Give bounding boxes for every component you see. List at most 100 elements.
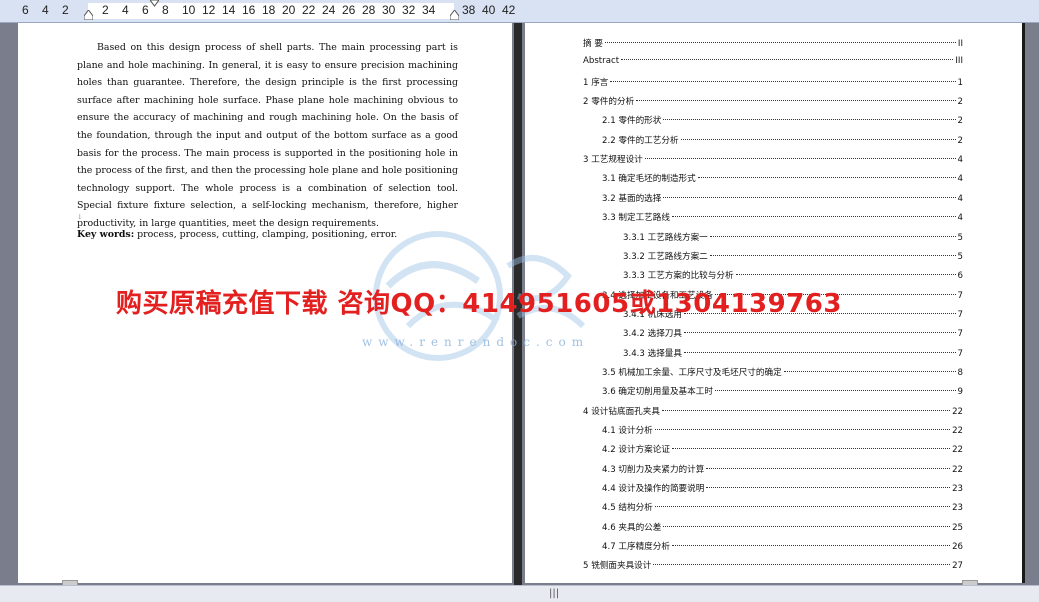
ruler-number: 32	[402, 3, 416, 17]
toc-leader-dots	[661, 409, 951, 411]
toc-leader-dots	[663, 525, 951, 527]
toc-leader-dots	[654, 429, 951, 430]
toc-entry-page: 4	[957, 155, 963, 166]
toc-entry[interactable]: 3.4.2 选择刀具 7	[623, 327, 963, 341]
toc-entry[interactable]: 2.2 零件的工艺分析 2	[602, 134, 963, 148]
toc-entry-page: 5	[957, 251, 963, 262]
right-indent-marker[interactable]	[450, 10, 459, 20]
toc-entry[interactable]: 4.3 切削力及夹紧力的计算 22	[602, 463, 963, 477]
toc-leader-dots	[653, 564, 951, 566]
toc-leader-dots	[683, 351, 956, 353]
ruler-number: 24	[322, 3, 336, 17]
toc-entry-page: 7	[957, 329, 963, 340]
toc-entry-label: 2.1 零件的形状	[602, 116, 662, 127]
toc-entry-label: 4.6 夹具的公差	[602, 522, 662, 533]
toc-entry[interactable]: 4.4 设计及操作的简要说明 23	[602, 482, 963, 496]
toc-entry-page: 2	[957, 135, 963, 146]
toc-entry[interactable]: 3.5 机械加工余量、工序尺寸及毛坯尺寸的确定 8	[602, 366, 963, 380]
toc-entry[interactable]: 4 设计钻底面孔夹具 22	[583, 405, 963, 419]
toc-entry[interactable]: 2.1 零件的形状 2	[602, 114, 963, 128]
toc-entry-page: 1	[957, 77, 963, 88]
ruler-number: 4	[42, 3, 49, 17]
keywords-value: process, process, cutting, clamping, pos…	[134, 229, 398, 240]
toc-entry[interactable]: 5 铣侧面夹具设计 27	[583, 559, 963, 573]
left-indent-marker[interactable]	[84, 10, 93, 20]
toc-entry[interactable]: 3.3.2 工艺路线方案二 5	[623, 250, 963, 264]
toc-leader-dots	[680, 138, 956, 140]
toc-entry-page: 8	[957, 367, 963, 378]
toc-entry-page: 22	[952, 406, 963, 417]
toc-entry[interactable]: Abstract III	[583, 56, 963, 70]
toc-entry-page: 27	[952, 561, 963, 572]
toc-entry-label: 3.2 基面的选择	[602, 193, 662, 204]
toc-entry-label: 4.5 结构分析	[602, 503, 653, 514]
toc-entry-page: 4	[957, 213, 963, 224]
toc-entry-label: 3.3.2 工艺路线方案二	[623, 251, 708, 262]
ruler-number: 2	[102, 3, 109, 17]
ruler-number: 12	[202, 3, 216, 17]
toc-entry-label: 3.1 确定毛坯的制造形式	[602, 174, 696, 185]
toc-entry[interactable]: 4.2 设计方案论证 22	[602, 443, 963, 457]
toc-entry[interactable]: 1 序言 1	[583, 76, 963, 90]
toc-entry[interactable]: 4.6 夹具的公差 25	[602, 521, 963, 535]
toc-entry-page: 9	[957, 387, 963, 398]
watermark-url: www.renrendoc.com	[362, 335, 590, 349]
toc-entry-page: III	[955, 56, 963, 67]
ruler-number: 22	[302, 3, 316, 17]
toc-entry[interactable]: 4.7 工序精度分析 26	[602, 540, 963, 554]
toc-leader-dots	[671, 216, 956, 218]
toc-entry-page: 7	[957, 290, 963, 301]
toc-leader-dots	[644, 158, 956, 160]
toc-leader-dots	[709, 254, 956, 256]
ruler-number: 10	[182, 3, 196, 17]
toc-entry-page: 22	[952, 464, 963, 475]
toc-entry[interactable]: 3.1 确定毛坯的制造形式 4	[602, 172, 963, 186]
horizontal-scrollbar[interactable]: |||	[0, 585, 1039, 602]
toc-entry-page: 23	[952, 484, 963, 495]
toc-entry[interactable]: 3.3 制定工艺路线 4	[602, 211, 963, 225]
purchase-banner: 购买原稿充值下载 咨询QQ：414951605或1304139763	[116, 289, 842, 319]
toc-leader-dots	[697, 177, 956, 179]
keywords-label: Key words:	[77, 229, 135, 240]
toc-entry-label: 3.6 确定切削用量及基本工时	[602, 387, 713, 398]
toc-leader-dots	[636, 100, 956, 102]
toc-entry[interactable]: 4.5 结构分析 23	[602, 501, 963, 515]
toc-leader-dots	[706, 487, 951, 489]
toc-entry-page: 7	[957, 309, 963, 320]
toc-entry[interactable]: 3 工艺规程设计 4	[583, 153, 963, 167]
toc-entry[interactable]: 3.4.3 选择量具 7	[623, 347, 963, 361]
toc-leader-dots	[654, 506, 951, 508]
toc-entry-label: 3.3.3 工艺方案的比较与分析	[623, 271, 734, 282]
ruler-number: 30	[382, 3, 396, 17]
toc-entry-label: 2.2 零件的工艺分析	[602, 135, 679, 146]
toc-entry[interactable]: 3.3.1 工艺路线方案一 5	[623, 231, 963, 245]
horizontal-ruler[interactable]: 6 4 2 2 4 6 8 10 12 14 16 18 20 22 24 26 28 30 32 34 38 40 42	[0, 0, 1039, 23]
toc-entry[interactable]: 3.6 确定切削用量及基本工时 9	[602, 385, 963, 399]
toc-entry[interactable]: 3.3.3 工艺方案的比较与分析 6	[623, 269, 963, 283]
ruler-number: 34	[422, 3, 436, 17]
ruler-number: 6	[142, 3, 149, 17]
toc-entry-label: 4.7 工序精度分析	[602, 542, 670, 553]
toc-entry[interactable]: 摘 要 II	[583, 37, 963, 51]
toc-entry-page: 7	[957, 348, 963, 359]
toc-leader-dots	[706, 467, 951, 469]
toc-entry-page: 23	[952, 503, 963, 514]
toc-entry[interactable]: 3.2 基面的选择 4	[602, 192, 963, 206]
toc-entry[interactable]: 2 零件的分析 2	[583, 95, 963, 109]
toc-entry-page: II	[957, 39, 963, 49]
toc-entry-page: 6	[957, 271, 963, 282]
first-line-indent-marker[interactable]	[150, 0, 159, 10]
ruler-number: 26	[342, 3, 356, 17]
ruler-number: 28	[362, 3, 376, 17]
toc-entry-page: 5	[957, 232, 963, 243]
scroll-grip-icon[interactable]: |||	[549, 588, 559, 599]
toc-entry-label: 3.5 机械加工余量、工序尺寸及毛坯尺寸的确定	[602, 367, 782, 378]
toc-entry-label: 3 工艺规程设计	[583, 155, 643, 166]
toc-entry-label: 5 铣侧面夹具设计	[583, 561, 652, 572]
toc-entry-label: 3.3.1 工艺路线方案一	[623, 232, 708, 243]
ruler-number: 40	[482, 3, 496, 17]
ruler-number: 20	[282, 3, 296, 17]
toc-entry-page: 4	[957, 174, 963, 185]
toc-entry[interactable]: 4.1 设计分析 22	[602, 424, 963, 438]
ruler-number: 14	[222, 3, 236, 17]
